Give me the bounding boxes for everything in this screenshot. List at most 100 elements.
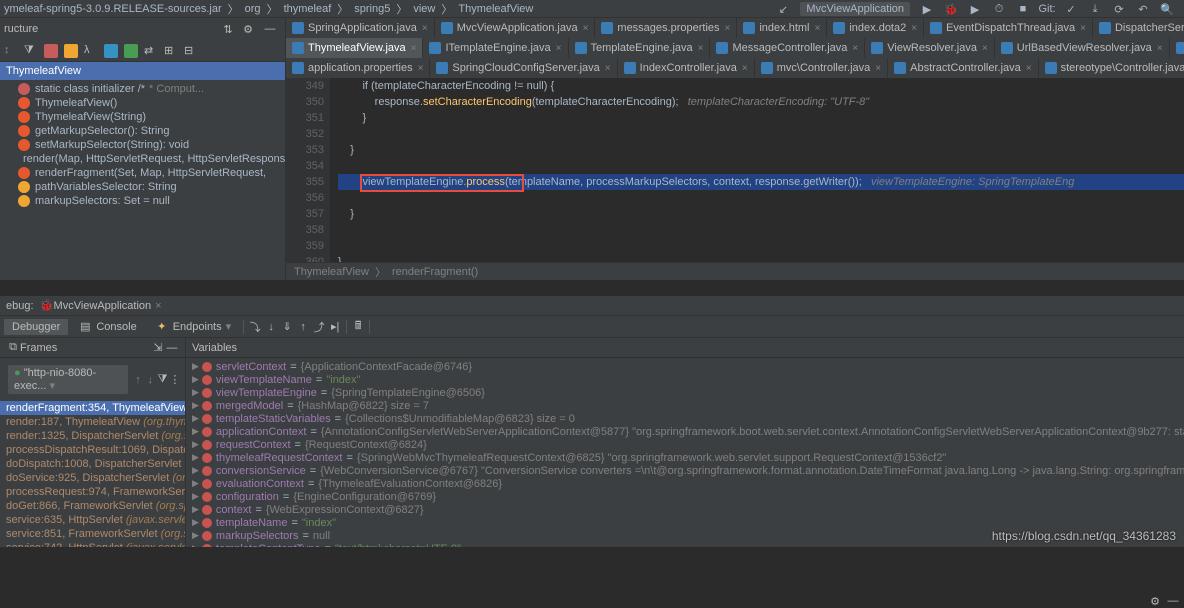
editor-tab[interactable]: MessageController.java× xyxy=(710,38,865,58)
debug-subtabs[interactable]: Debugger ▤Console ✦Endpoints▾ ⤵ ↓ ⇓ ↑ ⤴ … xyxy=(0,316,1184,338)
stack-frame[interactable]: service:742, HttpServlet (javax.servlet.… xyxy=(0,541,185,547)
code-text[interactable]: if (templateCharacterEncoding != null) {… xyxy=(330,78,1184,262)
editor-tab[interactable]: messages.properties× xyxy=(595,18,737,38)
editor-tabs-row-3[interactable]: application.properties×SpringCloudConfig… xyxy=(286,58,1184,78)
step-out-icon[interactable]: ↑ xyxy=(296,320,310,334)
close-icon[interactable]: × xyxy=(911,23,917,34)
collapse-icon[interactable]: ⊟ xyxy=(184,44,198,58)
editor-tab[interactable]: EventDispatchThread.java× xyxy=(924,18,1093,38)
variable-row[interactable]: ▶mergedModel={HashMap@6822} size = 7 xyxy=(188,399,1184,412)
expand-arrow-icon[interactable]: ▶ xyxy=(192,478,199,489)
close-icon[interactable]: × xyxy=(418,63,424,74)
close-icon[interactable]: × xyxy=(556,43,562,54)
frames-list[interactable]: renderFragment:354, ThymeleafView (org.t… xyxy=(0,401,185,547)
frame-prev-icon[interactable]: ↑ xyxy=(132,373,144,387)
close-icon[interactable]: × xyxy=(605,63,611,74)
expand-icon[interactable]: ⊞ xyxy=(164,44,178,58)
expand-arrow-icon[interactable]: ▶ xyxy=(192,361,199,372)
run-icon[interactable]: ▶ xyxy=(920,2,934,16)
thread-selector[interactable]: ● "http-nio-8080-exec... ▾ xyxy=(8,365,128,394)
variable-row[interactable]: ▶configuration={EngineConfiguration@6769… xyxy=(188,490,1184,503)
expand-arrow-icon[interactable]: ▶ xyxy=(192,387,199,398)
stop-icon[interactable]: ■ xyxy=(1016,2,1030,16)
expand-arrow-icon[interactable]: ▶ xyxy=(192,413,199,424)
editor-tab[interactable]: index.dota2× xyxy=(827,18,924,38)
stack-frame[interactable]: processRequest:974, FrameworkServlet (or xyxy=(0,485,185,499)
expand-all-icon[interactable]: ⇅ xyxy=(221,22,235,36)
panel-gear-icon[interactable]: ⚙ xyxy=(1148,594,1162,608)
variable-row[interactable]: ▶conversionService={WebConversionService… xyxy=(188,464,1184,477)
frame-more-icon[interactable]: ⋮ xyxy=(169,373,181,387)
expand-arrow-icon[interactable]: ▶ xyxy=(192,439,199,450)
coverage-icon[interactable]: ▶ xyxy=(968,2,982,16)
editor-tab[interactable]: MvcViewApplication.java× xyxy=(435,18,596,38)
close-icon[interactable]: × xyxy=(155,300,161,312)
variable-row[interactable]: ▶viewTemplateEngine={SpringTemplateEngin… xyxy=(188,386,1184,399)
debugger-tab[interactable]: Debugger xyxy=(4,319,68,335)
close-icon[interactable]: × xyxy=(411,43,417,54)
crumb-item[interactable]: ymeleaf-spring5-3.0.9.RELEASE-sources.ja… xyxy=(4,3,222,15)
endpoints-tab[interactable]: ✦Endpoints▾ xyxy=(147,318,239,336)
structure-item[interactable]: static class initializer /** Comput... xyxy=(0,82,285,96)
close-icon[interactable]: × xyxy=(422,23,428,34)
show-fields-icon[interactable] xyxy=(44,44,58,58)
expand-arrow-icon[interactable]: ▶ xyxy=(192,374,199,385)
editor-tab[interactable]: TemplateEngine.java× xyxy=(569,38,711,58)
step-over-icon[interactable]: ⤵ xyxy=(248,320,262,334)
expand-arrow-icon[interactable]: ▶ xyxy=(192,465,199,476)
search-icon[interactable]: 🔍 xyxy=(1160,2,1174,16)
crumb-item[interactable]: thymeleaf xyxy=(284,3,332,15)
stack-frame[interactable]: service:851, FrameworkServlet (org.sprin… xyxy=(0,527,185,541)
crumb-item[interactable]: ThymeleafView xyxy=(458,3,533,15)
force-step-into-icon[interactable]: ⇓ xyxy=(280,320,294,334)
editor-tab[interactable]: StandardExpressionObjectFactory.jav× xyxy=(1170,38,1184,58)
frame-filter-icon[interactable]: ⧩ xyxy=(156,373,168,387)
frames-hide-icon[interactable]: — xyxy=(165,341,179,355)
variable-row[interactable]: ▶applicationContext={AnnotationConfigSer… xyxy=(188,425,1184,438)
debug-config-name[interactable]: MvcViewApplication xyxy=(54,300,152,312)
structure-item[interactable]: setMarkupSelector(String): void xyxy=(0,138,285,152)
editor-tab[interactable]: mvc\Controller.java× xyxy=(755,58,888,78)
close-icon[interactable]: × xyxy=(1026,63,1032,74)
stack-frame[interactable]: doService:925, DispatcherServlet (org.sp… xyxy=(0,471,185,485)
stack-frame[interactable]: renderFragment:354, ThymeleafView (org.t xyxy=(0,401,185,415)
filter-icon[interactable]: ⧩ xyxy=(24,44,38,58)
structure-class-title[interactable]: ThymeleafView xyxy=(0,62,285,80)
structure-item[interactable]: ThymeleafView() xyxy=(0,96,285,110)
stack-frame[interactable]: render:187, ThymeleafView (org.thymeleaf xyxy=(0,415,185,429)
close-icon[interactable]: × xyxy=(698,43,704,54)
structure-item[interactable]: markupSelectors: Set = null xyxy=(0,194,285,208)
variables-list[interactable]: ▶servletContext={ApplicationContextFacad… xyxy=(186,358,1184,547)
code-area[interactable]: 349350351352353354355356357358359360 if … xyxy=(286,78,1184,262)
close-icon[interactable]: × xyxy=(815,23,821,34)
nav-method[interactable]: renderFragment() xyxy=(392,266,478,278)
editor-tabs-row-2[interactable]: ThymeleafView.java×ITemplateEngine.java×… xyxy=(286,38,1184,58)
autoscroll-icon[interactable]: ⇄ xyxy=(144,44,158,58)
editor-tab[interactable]: application.properties× xyxy=(286,58,430,78)
variable-row[interactable]: ▶thymeleafRequestContext={SpringWebMvcTh… xyxy=(188,451,1184,464)
close-icon[interactable]: × xyxy=(1080,23,1086,34)
crumb-item[interactable]: org xyxy=(245,3,261,15)
variable-row[interactable]: ▶servletContext={ApplicationContextFacad… xyxy=(188,360,1184,373)
evaluate-icon[interactable]: 🖩 xyxy=(351,320,365,334)
show-methods-icon[interactable] xyxy=(104,44,118,58)
editor-tab[interactable]: AbstractController.java× xyxy=(888,58,1039,78)
panel-hide-icon[interactable]: — xyxy=(1166,594,1180,608)
frame-next-icon[interactable]: ↓ xyxy=(144,373,156,387)
expand-arrow-icon[interactable]: ▶ xyxy=(192,517,199,528)
vcs-update-icon[interactable]: ✓ xyxy=(1064,2,1078,16)
close-icon[interactable]: × xyxy=(852,43,858,54)
structure-tree[interactable]: static class initializer /** Comput...Th… xyxy=(0,80,285,280)
expand-arrow-icon[interactable]: ▶ xyxy=(192,400,199,411)
build-icon[interactable]: ↙ xyxy=(776,2,790,16)
revert-icon[interactable]: ↶ xyxy=(1136,2,1150,16)
editor-navbar[interactable]: ThymeleafView 〉 renderFragment() xyxy=(286,262,1184,280)
sort-icon[interactable]: ↕ xyxy=(4,44,18,58)
show-anon-icon[interactable]: λ xyxy=(84,44,98,58)
structure-item[interactable]: renderFragment(Set, Map, HttpServletRequ… xyxy=(0,166,285,180)
stack-frame[interactable]: service:635, HttpServlet (javax.servlet.… xyxy=(0,513,185,527)
expand-arrow-icon[interactable]: ▶ xyxy=(192,543,199,547)
structure-item[interactable]: pathVariablesSelector: String xyxy=(0,180,285,194)
editor-tabs-row-1[interactable]: SpringApplication.java×MvcViewApplicatio… xyxy=(286,18,1184,38)
editor-tab[interactable]: ITemplateEngine.java× xyxy=(423,38,568,58)
